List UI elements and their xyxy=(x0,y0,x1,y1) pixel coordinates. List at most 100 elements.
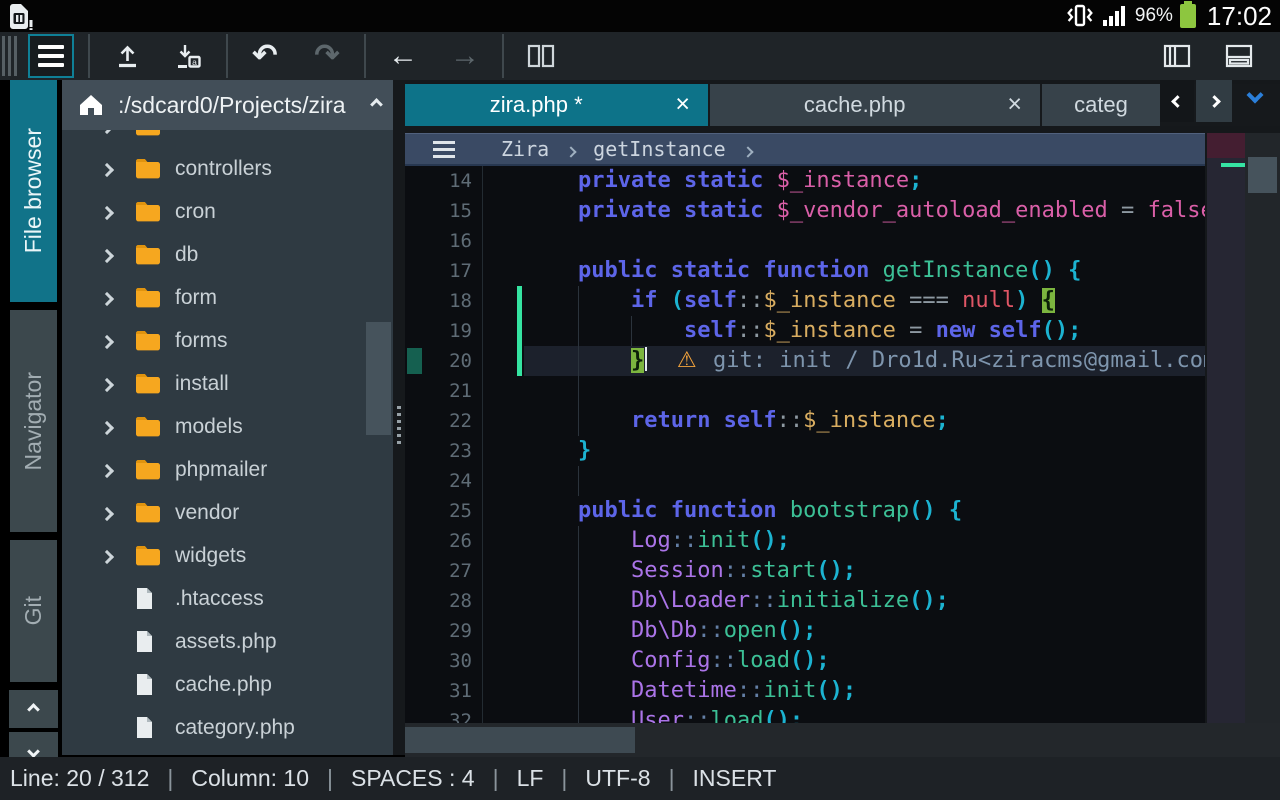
tree-item-label: vendor xyxy=(175,501,239,525)
code-line[interactable]: 32 User::load(); xyxy=(405,706,1205,723)
code-token: open xyxy=(724,618,777,643)
code-line[interactable]: 28 Db\Loader::initialize(); xyxy=(405,586,1205,616)
code-token: private static xyxy=(578,168,763,193)
tree-folder-row[interactable]: models xyxy=(62,405,393,448)
tree-folder-row[interactable]: db xyxy=(62,233,393,276)
editor-tab-cache-php[interactable]: cache.php× xyxy=(710,84,1040,126)
folder-icon xyxy=(135,373,161,394)
code-line[interactable]: 25 public function bootstrap() { xyxy=(405,496,1205,526)
folder-icon xyxy=(135,158,161,179)
split-horizontal-button[interactable] xyxy=(1216,34,1262,78)
divider-drag-handle-icon[interactable] xyxy=(397,406,401,444)
code-token xyxy=(525,558,631,583)
sidebar-tab-file-browser[interactable]: File browser xyxy=(10,80,57,302)
file-icon xyxy=(135,716,161,739)
breadcrumb-item[interactable]: Zira xyxy=(501,137,549,161)
code-line[interactable]: 15 private static $_vendor_autoload_enab… xyxy=(405,196,1205,226)
menu-button[interactable] xyxy=(28,34,74,78)
code-token: (); xyxy=(816,678,856,703)
sidebar-tab-label: Navigator xyxy=(20,372,47,470)
sidebar-tab-git[interactable]: Git xyxy=(10,540,57,682)
code-token: (); xyxy=(790,648,830,673)
code-token: :: xyxy=(684,708,711,723)
code-line[interactable]: 19 self::$_instance = new self(); xyxy=(405,316,1205,346)
code-line[interactable]: 22 return self::$_instance; xyxy=(405,406,1205,436)
code-line[interactable]: 20 } ⚠ git: init / Dro1d.Ru<ziracms@gmai… xyxy=(405,346,1205,376)
tree-file-row[interactable]: category.php xyxy=(62,706,393,749)
code-line[interactable]: 16 xyxy=(405,226,1205,256)
split-vertical-button[interactable] xyxy=(1154,34,1200,78)
tree-item-label: category.php xyxy=(175,716,295,740)
tree-folder-row[interactable]: install xyxy=(62,362,393,405)
tree-folder-row[interactable]: cron xyxy=(62,190,393,233)
code-token: ; xyxy=(936,408,949,433)
columns-button[interactable] xyxy=(518,34,564,78)
collapse-panel-icon[interactable] xyxy=(372,96,381,114)
code-token: init xyxy=(763,678,816,703)
code-line[interactable]: 31 Datetime::init(); xyxy=(405,676,1205,706)
marker-modified-region xyxy=(1207,133,1245,158)
tree-folder-row[interactable]: widgets xyxy=(62,534,393,577)
panel-divider[interactable] xyxy=(393,80,405,755)
save-as-button[interactable]: a xyxy=(166,34,212,78)
tabs-scroll-left-button[interactable] xyxy=(1160,80,1194,122)
code-line[interactable]: 26 Log::init(); xyxy=(405,526,1205,556)
tree-item-label: .htaccess xyxy=(175,587,264,611)
editor-tab-zira-php-[interactable]: zira.php *× xyxy=(405,84,708,126)
horizontal-scrollbar-handle[interactable] xyxy=(405,727,635,753)
tree-file-row[interactable]: assets.php xyxy=(62,620,393,663)
code-editor[interactable]: 14 private static $_instance;15 private … xyxy=(405,166,1205,723)
code-token xyxy=(525,318,684,343)
tree-folder-row[interactable]: phpmailer xyxy=(62,448,393,491)
code-token: :: xyxy=(697,618,724,643)
code-token xyxy=(700,348,713,373)
redo-button[interactable]: ↷ xyxy=(304,34,350,78)
breadcrumb-item[interactable]: getInstance xyxy=(593,137,725,161)
code-line[interactable]: 18 if (self::$_instance === null) { xyxy=(405,286,1205,316)
status-separator: | xyxy=(327,765,333,792)
upload-button[interactable] xyxy=(104,34,150,78)
close-icon[interactable]: × xyxy=(999,90,1040,121)
tree-file-row[interactable]: cache.php xyxy=(62,663,393,706)
tree-folder-row[interactable]: forms xyxy=(62,319,393,362)
code-token: git: init / Dro1d.Ru<ziracms@gmail.com> xyxy=(713,348,1205,373)
home-icon[interactable] xyxy=(78,93,104,117)
tree-folder-row[interactable]: controllers xyxy=(62,147,393,190)
tree-folder-row[interactable] xyxy=(62,130,393,147)
file-tree-scrollbar[interactable] xyxy=(366,322,391,435)
horizontal-scrollbar[interactable] xyxy=(405,723,1280,757)
back-button[interactable]: ← xyxy=(380,34,426,78)
rail-scroll-up-button[interactable] xyxy=(9,690,58,728)
tree-folder-row[interactable]: vendor xyxy=(62,491,393,534)
code-line[interactable]: 24 xyxy=(405,466,1205,496)
code-line[interactable]: 30 Config::load(); xyxy=(405,646,1205,676)
folder-icon xyxy=(135,416,161,437)
code-line[interactable]: 14 private static $_instance; xyxy=(405,166,1205,196)
split-vertical-icon xyxy=(1163,44,1191,68)
editor-tab-categ[interactable]: categ xyxy=(1042,84,1160,126)
tree-file-row[interactable]: .htaccess xyxy=(62,577,393,620)
undo-button[interactable]: ↶ xyxy=(242,34,288,78)
code-line[interactable]: 17 public static function getInstance() … xyxy=(405,256,1205,286)
code-line[interactable]: 23 } xyxy=(405,436,1205,466)
vertical-scrollbar-handle[interactable] xyxy=(1248,157,1277,193)
sidebar-tab-navigator[interactable]: Navigator xyxy=(10,310,57,532)
code-token: bootstrap xyxy=(790,498,909,523)
file-browser-header[interactable]: :/sdcard0/Projects/zira xyxy=(62,80,393,130)
tree-item-label: forms xyxy=(175,329,228,353)
close-icon[interactable]: × xyxy=(667,90,708,121)
toolbar-grip[interactable] xyxy=(2,36,20,76)
tree-folder-row[interactable]: form xyxy=(62,276,393,319)
code-line[interactable]: 21 xyxy=(405,376,1205,406)
forward-button[interactable]: → xyxy=(442,34,488,78)
vertical-scrollbar[interactable] xyxy=(1245,133,1280,723)
code-line[interactable]: 27 Session::start(); xyxy=(405,556,1205,586)
editor-tab-bar: zira.php *×cache.php×categ xyxy=(405,84,1280,126)
code-line[interactable]: 29 Db\Db::open(); xyxy=(405,616,1205,646)
code-token xyxy=(525,258,578,283)
tab-overflow-menu-button[interactable] xyxy=(1249,88,1261,106)
chevron-up-icon xyxy=(27,703,40,716)
breadcrumb-menu-icon[interactable] xyxy=(433,141,455,158)
tabs-scroll-right-button[interactable] xyxy=(1196,80,1232,122)
folder-icon xyxy=(135,244,161,265)
